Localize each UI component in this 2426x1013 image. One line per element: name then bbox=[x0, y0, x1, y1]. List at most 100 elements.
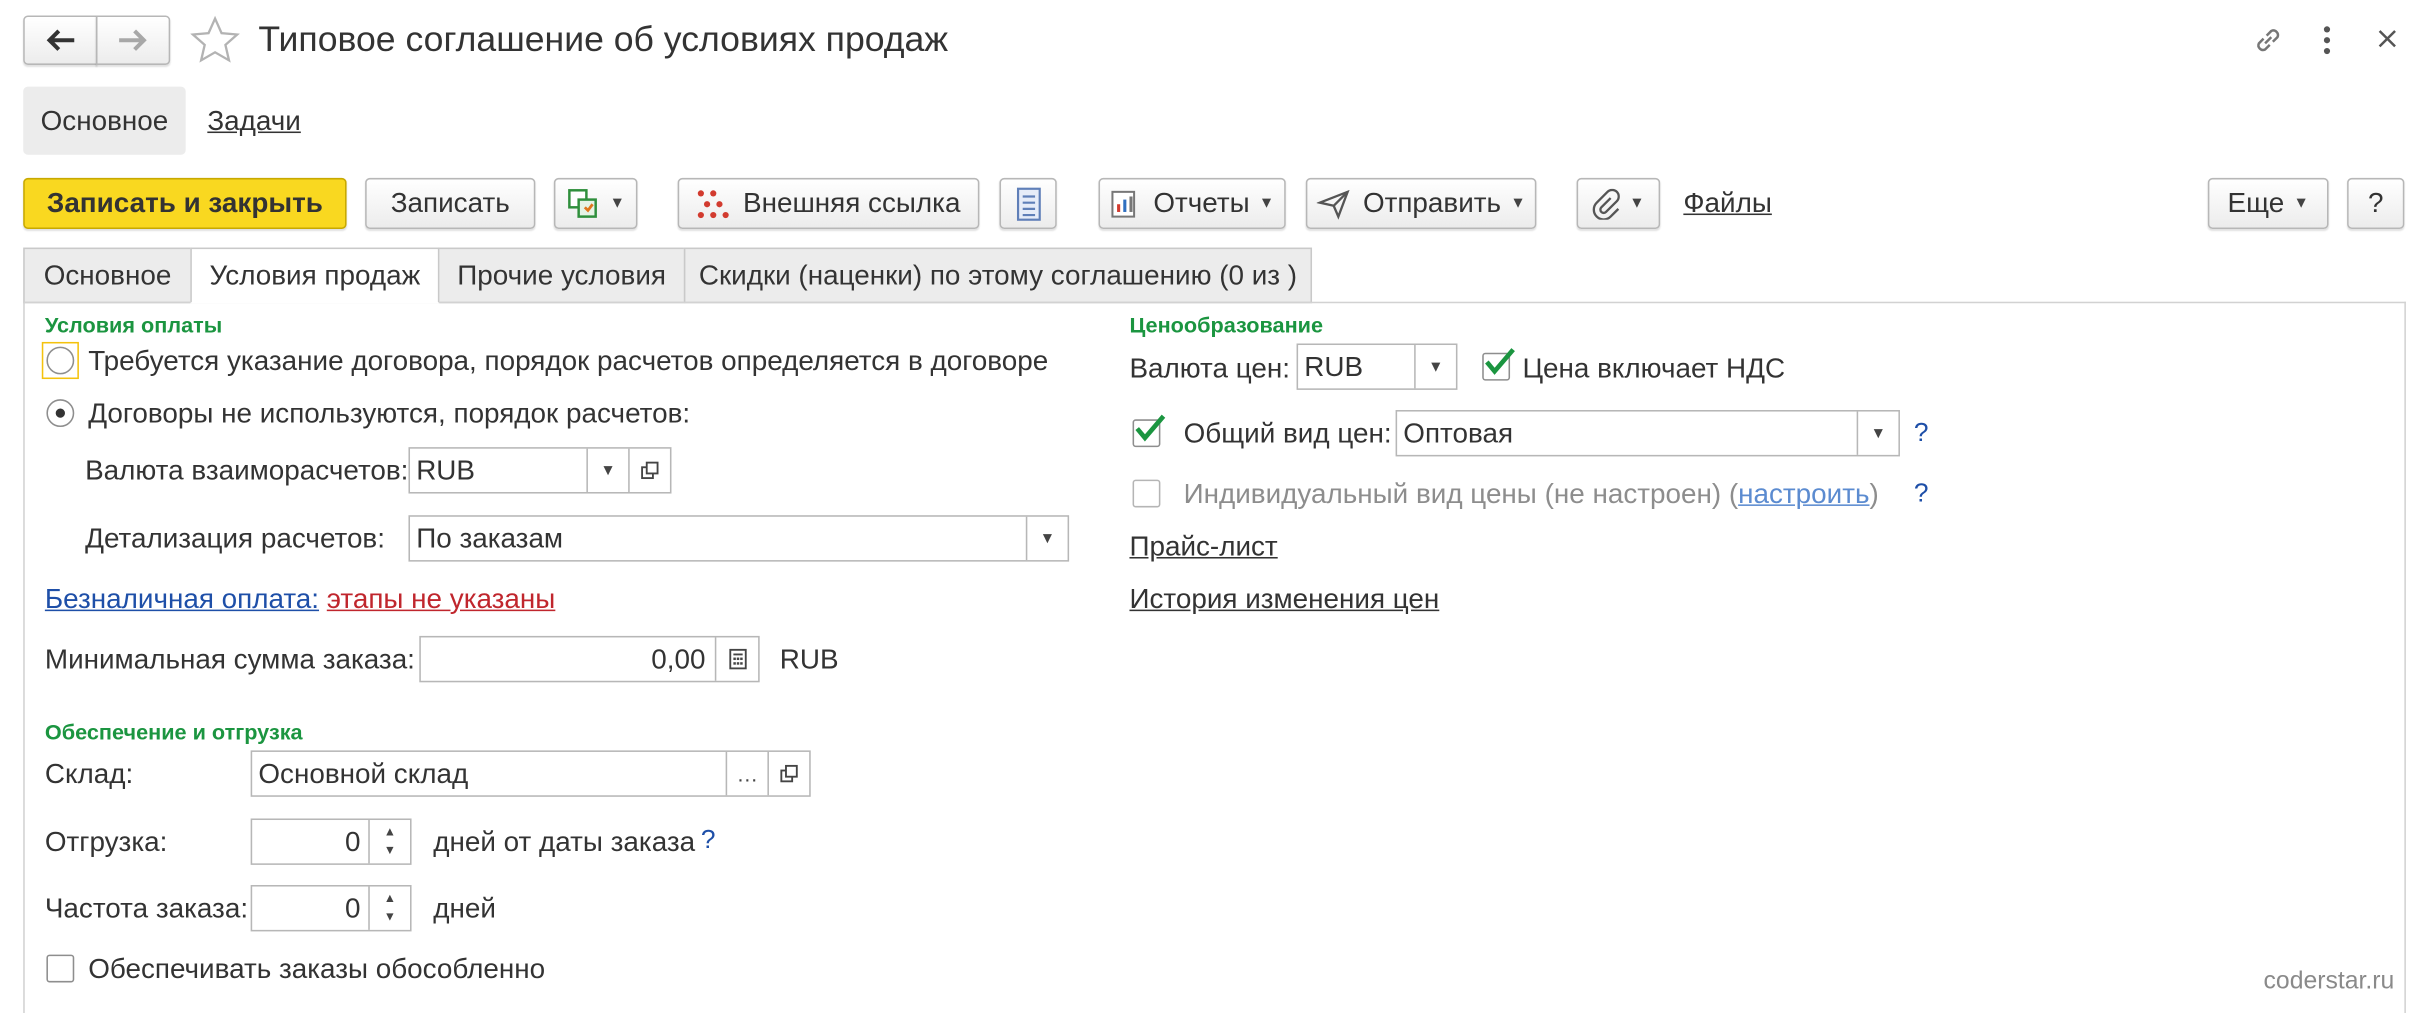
radio-contract-required-label: Требуется указание договора, порядок рас… bbox=[88, 345, 1049, 376]
settlement-detail-field[interactable]: По заказам ▼ bbox=[408, 515, 1070, 562]
paperclip-icon bbox=[1592, 188, 1620, 219]
individual-price-prefix: Индивидуальный вид цены (не настроен) ( bbox=[1183, 478, 1739, 510]
help-button[interactable]: ? bbox=[2347, 177, 2405, 229]
warehouse-value: Основной склад bbox=[258, 757, 469, 789]
report-icon bbox=[1112, 190, 1136, 217]
select-button[interactable]: … bbox=[725, 751, 768, 796]
price-currency-value: RUB bbox=[1304, 350, 1364, 382]
pricing-group-title: Ценообразование bbox=[1129, 312, 1324, 338]
external-link-button[interactable]: Внешняя ссылка bbox=[677, 177, 980, 229]
dropdown-button[interactable]: ▼ bbox=[1856, 411, 1899, 455]
checkmark-icon bbox=[1485, 348, 1515, 375]
structure-button[interactable] bbox=[999, 177, 1057, 229]
section-tab-tasks[interactable]: Задачи bbox=[207, 105, 301, 137]
send-button[interactable]: Отправить ▼ bbox=[1305, 177, 1537, 229]
dropdown-button[interactable]: ▼ bbox=[1025, 516, 1068, 561]
chevron-down-icon: ▼ bbox=[1629, 194, 1645, 212]
dropdown-button[interactable]: ▼ bbox=[586, 448, 628, 493]
settlement-currency-field[interactable]: RUB ▼ bbox=[408, 447, 672, 494]
individual-price-help-icon[interactable]: ? bbox=[1914, 478, 1929, 509]
save-and-close-button[interactable]: Записать и закрыть bbox=[23, 177, 347, 229]
document-list-icon bbox=[1016, 186, 1041, 221]
vat-included-label: Цена включает НДС bbox=[1522, 352, 1786, 384]
favorite-star-icon[interactable] bbox=[190, 15, 240, 65]
settlement-detail-label: Детализация расчетов: bbox=[85, 522, 385, 554]
cashless-payment-link[interactable]: Безналичная оплата: bbox=[45, 583, 319, 614]
order-frequency-suffix: дней bbox=[433, 892, 496, 924]
warehouse-field[interactable]: Основной склад … bbox=[250, 750, 811, 797]
window-title: Типовое соглашение об условиях продаж bbox=[258, 18, 949, 59]
general-price-type-label: Общий вид цен: bbox=[1183, 417, 1392, 449]
back-button[interactable] bbox=[23, 15, 98, 65]
general-price-type-field[interactable]: Оптовая ▼ bbox=[1395, 410, 1900, 457]
settlement-detail-value: По заказам bbox=[416, 522, 564, 554]
create-based-on-button[interactable]: ▼ bbox=[553, 177, 638, 229]
settlement-currency-label: Валюта взаиморасчетов: bbox=[85, 454, 409, 486]
warehouse-label: Склад: bbox=[44, 758, 134, 790]
general-price-type-value: Оптовая bbox=[1403, 416, 1514, 448]
min-order-sum-value: 0,00 bbox=[651, 642, 706, 674]
settlement-currency-value: RUB bbox=[416, 454, 476, 486]
order-frequency-field[interactable]: 0 ▲ ▼ bbox=[250, 884, 412, 932]
radio-no-contracts[interactable] bbox=[46, 399, 75, 428]
min-order-sum-currency: RUB bbox=[779, 643, 839, 675]
section-tab-main[interactable]: Основное bbox=[23, 86, 186, 155]
calculator-icon bbox=[728, 648, 746, 670]
cashless-payment-row: Безналичная оплата: этапы не указаны bbox=[45, 583, 555, 615]
general-price-help-icon[interactable]: ? bbox=[1914, 418, 1929, 449]
more-label: Еще bbox=[2227, 187, 2285, 219]
tab-discounts[interactable]: Скидки (наценки) по этому соглашению (0 … bbox=[683, 247, 1313, 304]
cashless-payment-status[interactable]: этапы не указаны bbox=[327, 583, 556, 614]
more-button[interactable]: Еще ▼ bbox=[2207, 177, 2329, 229]
arrow-right-icon bbox=[119, 29, 147, 51]
external-link-label: Внешняя ссылка bbox=[742, 187, 961, 219]
spin-button[interactable]: ▲ ▼ bbox=[368, 820, 410, 864]
individual-price-suffix: ) bbox=[1869, 478, 1879, 510]
chevron-down-icon: ▼ bbox=[2293, 194, 2309, 212]
price-history-link[interactable]: История изменения цен bbox=[1129, 583, 1439, 615]
radio-contract-required[interactable] bbox=[46, 346, 75, 375]
individual-price-label: Индивидуальный вид цены (не настроен) (н… bbox=[1184, 478, 1879, 510]
calculator-button[interactable] bbox=[714, 637, 758, 681]
tab-sales-terms[interactable]: Условия продаж bbox=[190, 247, 440, 304]
spin-up-icon: ▲ bbox=[383, 891, 397, 906]
open-button[interactable] bbox=[628, 448, 670, 493]
payment-group-title: Условия оплаты bbox=[44, 312, 223, 338]
tab-main[interactable]: Основное bbox=[23, 247, 192, 304]
send-label: Отправить bbox=[1362, 187, 1502, 219]
price-list-link[interactable]: Прайс-лист bbox=[1129, 531, 1277, 563]
save-button[interactable]: Записать bbox=[365, 177, 536, 229]
separate-supply-label: Обеспечивать заказы обособленно bbox=[88, 953, 546, 985]
files-link[interactable]: Файлы bbox=[1683, 187, 1772, 219]
individual-price-configure-link[interactable]: настроить bbox=[1738, 478, 1869, 509]
open-button[interactable] bbox=[767, 751, 809, 796]
external-link-icon bbox=[698, 189, 730, 218]
checkmark-icon bbox=[1135, 414, 1166, 442]
order-frequency-label: Частота заказа: bbox=[44, 892, 249, 924]
general-price-type-checkbox[interactable] bbox=[1132, 414, 1166, 448]
link-icon[interactable] bbox=[2251, 23, 2285, 57]
order-frequency-value: 0 bbox=[345, 891, 361, 923]
dropdown-button[interactable]: ▼ bbox=[1414, 345, 1456, 389]
shipment-help-icon[interactable]: ? bbox=[701, 825, 716, 856]
chevron-down-icon: ▼ bbox=[1510, 194, 1526, 212]
more-vertical-icon[interactable] bbox=[2315, 23, 2340, 57]
forward-button[interactable] bbox=[95, 15, 171, 65]
radio-no-contracts-label: Договоры не используются, порядок расчет… bbox=[88, 397, 691, 429]
attach-button[interactable]: ▼ bbox=[1576, 177, 1661, 229]
reports-button[interactable]: Отчеты ▼ bbox=[1098, 177, 1286, 229]
vat-included-checkbox[interactable] bbox=[1482, 348, 1515, 381]
shipment-days-field[interactable]: 0 ▲ ▼ bbox=[250, 818, 412, 865]
spin-down-icon: ▼ bbox=[383, 909, 397, 924]
min-order-sum-field[interactable]: 0,00 bbox=[419, 635, 760, 683]
close-icon[interactable] bbox=[2375, 26, 2400, 51]
shipment-suffix: дней от даты заказа bbox=[433, 826, 696, 858]
separate-supply-checkbox[interactable] bbox=[46, 954, 75, 983]
chevron-down-icon: ▼ bbox=[1258, 194, 1275, 212]
tab-other-terms[interactable]: Прочие условия bbox=[437, 247, 686, 304]
price-currency-label: Валюта цен: bbox=[1129, 352, 1290, 384]
individual-price-checkbox[interactable] bbox=[1132, 479, 1161, 508]
price-currency-field[interactable]: RUB ▼ bbox=[1296, 343, 1458, 390]
spin-button[interactable]: ▲ ▼ bbox=[368, 886, 410, 930]
shipment-label: Отгрузка: bbox=[44, 826, 168, 858]
